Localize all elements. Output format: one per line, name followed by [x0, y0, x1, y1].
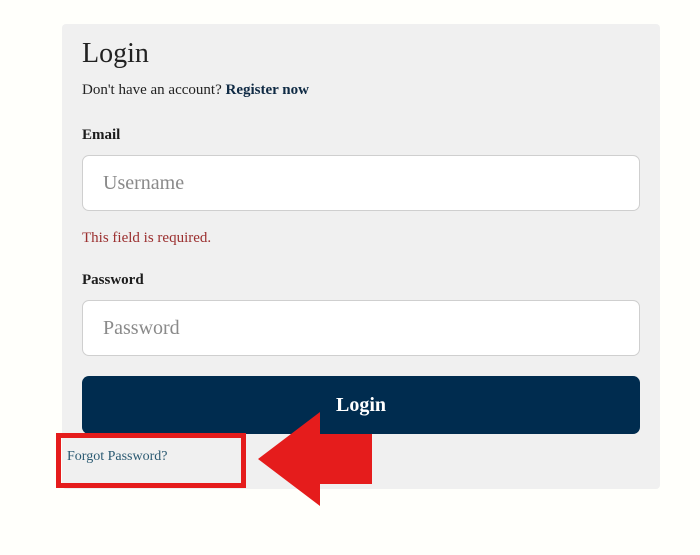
login-title: Login — [82, 38, 149, 69]
login-button[interactable]: Login — [82, 376, 640, 434]
password-input[interactable] — [82, 300, 640, 356]
page: Login Don't have an account? Register no… — [0, 0, 700, 555]
login-card: Login Don't have an account? Register no… — [62, 24, 660, 489]
register-prompt-text: Don't have an account? — [82, 82, 222, 98]
register-now-link[interactable]: Register now — [225, 82, 308, 98]
forgot-password-link[interactable]: Forgot Password? — [67, 449, 167, 465]
email-label: Email — [82, 127, 121, 143]
email-error-message: This field is required. — [82, 230, 212, 246]
username-input[interactable] — [82, 155, 640, 211]
password-label: Password — [82, 272, 144, 288]
register-prompt: Don't have an account? Register now — [82, 82, 309, 99]
